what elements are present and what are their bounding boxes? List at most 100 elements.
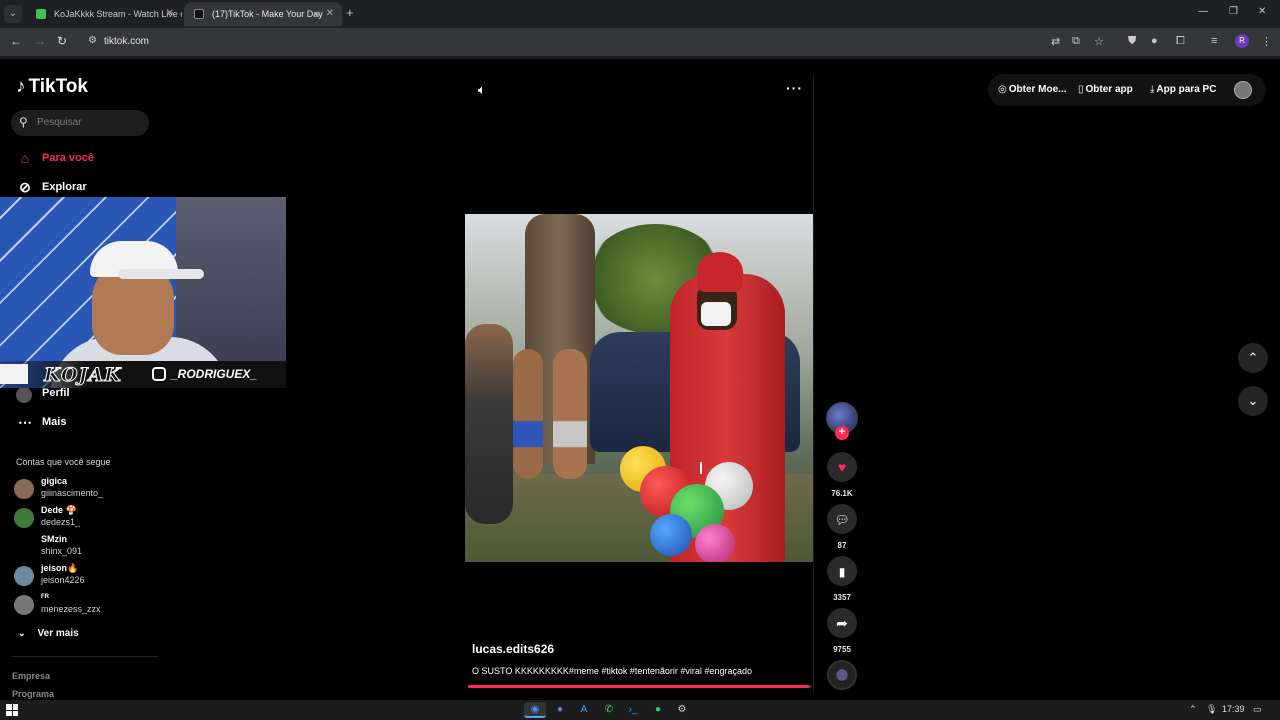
instagram-icon (152, 367, 166, 381)
webcam-cap-brim (118, 269, 204, 279)
reload-icon[interactable]: ↻ (57, 34, 67, 48)
following-name: jeison🔥 (41, 563, 79, 573)
footer-link-program[interactable]: Programa (12, 689, 54, 699)
kebab-menu-icon[interactable]: ⋮ (1261, 35, 1272, 48)
media-control-icon[interactable]: ≡ (1211, 35, 1217, 47)
tiktok-logo[interactable]: ♪ TikTok (16, 76, 88, 98)
forward-icon[interactable]: → (34, 34, 46, 48)
webcam-banner: KOJAK _RODRIGUEX_ (0, 361, 286, 388)
volume-icon[interactable]: 🔈︎ (478, 82, 486, 98)
video-kid-2 (553, 349, 587, 479)
browser-tab-bar: ⌄ KoJaKkkk Stream - Watch Live o ✕ (17)T… (0, 0, 1280, 28)
see-more-label: Ver mais (37, 628, 79, 639)
video-progress-fill (468, 685, 809, 688)
profile-avatar[interactable]: R (1235, 34, 1249, 48)
minimize-icon[interactable]: — (1198, 6, 1208, 17)
next-video-button[interactable]: ⌄ (1238, 386, 1268, 416)
terminal-taskbar-icon[interactable]: ›_ (622, 702, 644, 718)
footer-link-company[interactable]: Empresa (12, 671, 50, 681)
compass-icon: ⊘ (19, 179, 31, 195)
comment-icon: 💬︎ (834, 513, 850, 527)
get-app-button[interactable]: ▯ Obter app (1078, 84, 1133, 95)
video-santa-mask (701, 302, 731, 326)
music-disc-icon[interactable] (827, 660, 857, 690)
windows-start-icon[interactable] (6, 704, 18, 716)
like-button[interactable]: ♥ (827, 452, 857, 482)
get-app-label: Obter app (1085, 84, 1133, 95)
following-item[interactable]: FR menezess_zzx (14, 592, 144, 618)
streamer-tag: KOJAK (44, 364, 122, 387)
notification-icon[interactable]: ▭ (1253, 704, 1262, 715)
app-a-taskbar-icon[interactable]: A (573, 702, 595, 718)
browser-tab-kojak[interactable]: KoJaKkkk Stream - Watch Live o ✕ (26, 2, 182, 26)
avatar (14, 566, 34, 586)
close-icon[interactable]: ✕ (166, 2, 174, 26)
shield-extension-icon[interactable]: ⛊ (1128, 35, 1136, 48)
speaker-icon[interactable]: 🔊︎ (314, 2, 320, 26)
omnibox[interactable]: ⚙ tiktok.com (82, 31, 1122, 53)
chrome-taskbar-icon[interactable]: ◉ (524, 702, 546, 718)
video-ball (695, 524, 735, 562)
windows-taskbar: ◉ ● A ✆ ›_ ● ⚙ ⌃ 🎙︎ 17:39 ▭ (0, 700, 1280, 720)
following-item[interactable]: jeison🔥 jeison4226 (14, 563, 144, 589)
streamer-handle: _RODRIGUEX_ (171, 367, 258, 381)
bookmark-star-icon[interactable]: ☆ (1094, 35, 1104, 48)
search-input[interactable]: ⚲ Pesquisar (11, 110, 149, 136)
nav-label: Mais (42, 416, 67, 428)
close-icon[interactable]: ✕ (326, 2, 334, 26)
following-handle: giiinascimento_ (41, 488, 104, 498)
video-progress-bar[interactable] (468, 685, 812, 688)
more-icon: ⋯ (18, 414, 32, 430)
kick-favicon-icon (36, 9, 46, 19)
see-more-button[interactable]: ⌄ Ver mais (18, 628, 79, 639)
profile-icon (16, 387, 32, 403)
pc-app-button[interactable]: ⤓ App para PC (1150, 84, 1216, 95)
puzzle-icon[interactable]: ⧠ (1176, 35, 1185, 48)
tray-chevron-up-icon[interactable]: ⌃ (1189, 704, 1197, 715)
streamer-webcam-overlay: KOJAK _RODRIGUEX_ (0, 197, 286, 388)
translate-icon[interactable]: ⇄ (1051, 35, 1060, 48)
avatar (14, 508, 34, 528)
tab-search-button[interactable]: ⌄ (4, 5, 22, 23)
comment-button[interactable]: 💬︎ (827, 504, 857, 534)
video-player[interactable] (465, 214, 813, 562)
save-button[interactable]: ▮ (827, 556, 857, 586)
tiktok-note-icon: ♪ (16, 76, 26, 97)
more-options-icon[interactable]: ··· (786, 80, 803, 96)
pc-app-label: App para PC (1156, 84, 1217, 95)
site-info-icon[interactable]: ⚙ (88, 35, 97, 46)
app-taskbar-icon[interactable]: ⚙ (671, 702, 693, 718)
url-text[interactable]: tiktok.com (104, 36, 149, 47)
following-item[interactable]: gigica giiinascimento_ (14, 476, 144, 502)
new-tab-button[interactable]: + (346, 5, 354, 20)
mouse-cursor-icon (700, 462, 708, 474)
avatar (14, 595, 34, 615)
microphone-icon[interactable]: 🎙︎ (1206, 704, 1217, 715)
user-avatar[interactable] (1234, 81, 1252, 99)
avatar (14, 537, 34, 557)
following-item[interactable]: Dede 🍄 dedezs1_ (14, 505, 144, 531)
extension-icon[interactable]: ● (1151, 35, 1158, 47)
follow-plus-icon[interactable]: + (835, 426, 849, 440)
discord-taskbar-icon[interactable]: ● (549, 702, 571, 718)
share-button[interactable]: ➦ (827, 608, 857, 638)
chevron-down-icon: ⌄ (1247, 393, 1259, 408)
browser-tab-tiktok[interactable]: (17)TikTok - Make Your Day 🔊︎ ✕ (184, 2, 342, 26)
following-item[interactable]: SMzin shinx_091 (14, 534, 144, 560)
get-coins-button[interactable]: ◎ Obter Moe... (998, 84, 1067, 95)
download-icon: ⤓ (1150, 84, 1155, 95)
previous-video-button[interactable]: ⌃ (1238, 343, 1268, 373)
whatsapp-taskbar-icon[interactable]: ✆ (598, 702, 620, 718)
spotify-taskbar-icon[interactable]: ● (647, 702, 669, 718)
logo-text: TikTok (28, 76, 88, 97)
install-app-icon[interactable]: ⧉ (1072, 35, 1080, 48)
restore-icon[interactable]: ❐ (1229, 6, 1238, 17)
coin-icon: ◎ (998, 84, 1007, 95)
window-close-icon[interactable]: ✕ (1258, 6, 1266, 17)
avatar (14, 479, 34, 499)
video-caption[interactable]: O SUSTO KKKKKKKKK#meme #tiktok #tentenão… (472, 666, 752, 676)
taskbar-clock[interactable]: 17:39 (1222, 704, 1245, 714)
like-count: 76.1K (831, 489, 853, 498)
video-author[interactable]: lucas.edits626 (472, 642, 554, 656)
back-icon[interactable]: ← (10, 34, 22, 48)
